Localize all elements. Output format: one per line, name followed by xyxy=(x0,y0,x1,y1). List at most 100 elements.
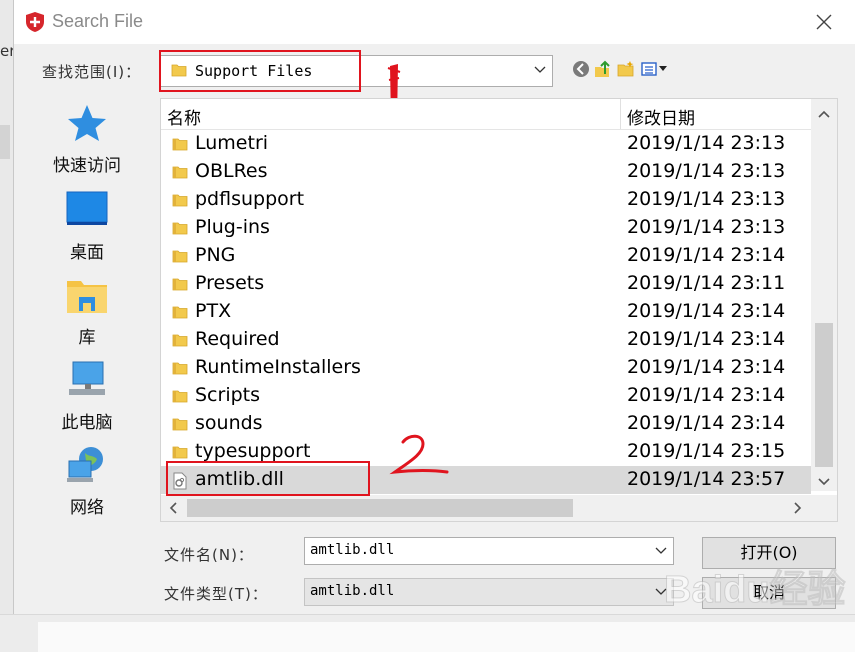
chevron-down-icon xyxy=(534,66,546,73)
place-this-pc[interactable]: 此电脑 xyxy=(39,360,135,440)
folder-row[interactable]: Lumetri 2019/1/14 23:13 xyxy=(161,130,811,158)
search-file-dialog: Search File 查找范围(I)： Support Files 快速访问 … xyxy=(13,0,855,633)
folder-row[interactable]: RuntimeInstallers 2019/1/14 23:14 xyxy=(161,354,811,382)
file-name: typesupport xyxy=(195,440,311,462)
folder-row[interactable]: PNG 2019/1/14 23:14 xyxy=(161,242,811,270)
modified-date: 2019/1/14 23:14 xyxy=(627,412,786,434)
modified-date: 2019/1/14 23:13 xyxy=(627,188,786,210)
place-label: 此电脑 xyxy=(61,413,113,433)
up-folder-icon[interactable] xyxy=(594,60,612,78)
folder-row[interactable]: OBLRes 2019/1/14 23:13 xyxy=(161,158,811,186)
filename-input[interactable]: amtlib.dll xyxy=(304,537,674,565)
folder-icon xyxy=(172,222,188,235)
annotation-box-file xyxy=(166,461,370,496)
modified-date: 2019/1/14 23:57 xyxy=(627,468,786,490)
file-name: pdflsupport xyxy=(195,188,305,210)
scroll-down-icon[interactable] xyxy=(818,475,830,487)
scroll-right-icon[interactable] xyxy=(791,502,803,514)
library-icon xyxy=(67,281,107,313)
annotation-box-lookin xyxy=(159,50,361,92)
folder-row[interactable]: sounds 2019/1/14 23:14 xyxy=(161,410,811,438)
place-label: 快速访问 xyxy=(53,156,121,176)
modified-date: 2019/1/14 23:15 xyxy=(627,440,786,462)
this-pc-icon xyxy=(69,361,105,395)
modified-date: 2019/1/14 23:14 xyxy=(627,328,786,350)
place-library[interactable]: 库 xyxy=(39,275,135,355)
modified-date: 2019/1/14 23:13 xyxy=(627,132,786,154)
filename-label: 文件名(N)： xyxy=(164,546,254,564)
annotation-mark-2 xyxy=(389,434,449,475)
folder-icon xyxy=(172,390,188,403)
background-panel xyxy=(38,622,855,652)
network-icon xyxy=(67,447,103,482)
modified-date: 2019/1/14 23:14 xyxy=(627,244,786,266)
background-bottom-strip xyxy=(0,614,855,652)
folder-icon xyxy=(172,306,188,319)
modified-date: 2019/1/14 23:14 xyxy=(627,356,786,378)
folder-icon xyxy=(172,250,188,263)
file-name: RuntimeInstallers xyxy=(195,356,361,378)
folder-icon xyxy=(172,138,188,151)
background-window-edge: er xyxy=(0,0,15,652)
close-icon[interactable] xyxy=(812,10,836,34)
horizontal-scrollbar[interactable] xyxy=(161,495,811,521)
scroll-up-icon[interactable] xyxy=(818,109,830,121)
folder-icon xyxy=(172,362,188,375)
title-bar: Search File xyxy=(14,0,855,44)
column-separator[interactable] xyxy=(620,99,621,129)
modified-date: 2019/1/14 23:13 xyxy=(627,216,786,238)
place-label: 桌面 xyxy=(70,243,104,263)
folder-row[interactable]: Required 2019/1/14 23:14 xyxy=(161,326,811,354)
column-header-date[interactable]: 修改日期 xyxy=(627,104,695,129)
folder-row[interactable]: Presets 2019/1/14 23:11 xyxy=(161,270,811,298)
file-list[interactable]: 名称 修改日期 Lumetri 2019/1/14 23:13 OBLRes 2019… xyxy=(160,98,838,522)
place-desktop[interactable]: 桌面 xyxy=(39,190,135,270)
vertical-scroll-thumb[interactable] xyxy=(815,323,833,467)
file-name: Lumetri xyxy=(195,132,269,154)
divider xyxy=(0,614,855,615)
folder-icon xyxy=(172,446,188,459)
file-name: PTX xyxy=(195,300,232,322)
vertical-scrollbar[interactable] xyxy=(811,99,837,491)
app-shield-icon xyxy=(26,12,44,32)
folder-row[interactable]: Scripts 2019/1/14 23:14 xyxy=(161,382,811,410)
svg-text:Baidu经验: Baidu经验 xyxy=(664,569,846,611)
modified-date: 2019/1/14 23:14 xyxy=(627,384,786,406)
folder-icon xyxy=(172,166,188,179)
new-folder-icon[interactable] xyxy=(617,60,635,78)
place-network[interactable]: 网络 xyxy=(39,445,135,525)
scroll-left-icon[interactable] xyxy=(168,502,180,514)
folder-icon xyxy=(172,278,188,291)
file-name: PNG xyxy=(195,244,236,266)
file-name: sounds xyxy=(195,412,263,434)
quick-access-star-icon xyxy=(68,105,106,141)
view-menu-icon[interactable] xyxy=(641,60,669,78)
filetype-label: 文件类型(T)： xyxy=(164,585,268,603)
file-name: Plug-ins xyxy=(195,216,270,238)
modified-date: 2019/1/14 23:11 xyxy=(627,272,786,294)
column-header-name[interactable]: 名称 xyxy=(167,104,201,129)
place-quick-access[interactable]: 快速访问 xyxy=(39,103,135,183)
scroll-corner xyxy=(811,495,837,521)
folder-icon xyxy=(172,194,188,207)
places-bar: 快速访问 桌面 库 此电脑 网络 xyxy=(39,98,135,518)
folder-row[interactable]: pdflsupport 2019/1/14 23:13 xyxy=(161,186,811,214)
horizontal-scroll-thumb[interactable] xyxy=(187,499,573,517)
back-icon[interactable] xyxy=(572,60,590,78)
filetype-select[interactable]: amtlib.dll xyxy=(304,578,674,606)
place-label: 库 xyxy=(78,328,96,348)
filename-value: amtlib.dll xyxy=(310,542,395,558)
folder-row[interactable]: Plug-ins 2019/1/14 23:13 xyxy=(161,214,811,242)
look-in-label: 查找范围(I)： xyxy=(42,63,142,81)
folder-icon xyxy=(172,418,188,431)
desktop-icon xyxy=(66,191,108,225)
file-name: Presets xyxy=(195,272,265,294)
modified-date: 2019/1/14 23:14 xyxy=(627,300,786,322)
window-title: Search File xyxy=(52,11,144,31)
list-header: 名称 修改日期 xyxy=(161,99,811,130)
filetype-value: amtlib.dll xyxy=(310,583,395,599)
folder-row[interactable]: PTX 2019/1/14 23:14 xyxy=(161,298,811,326)
file-name: Required xyxy=(195,328,280,350)
background-block xyxy=(0,125,10,159)
place-label: 网络 xyxy=(70,498,104,518)
